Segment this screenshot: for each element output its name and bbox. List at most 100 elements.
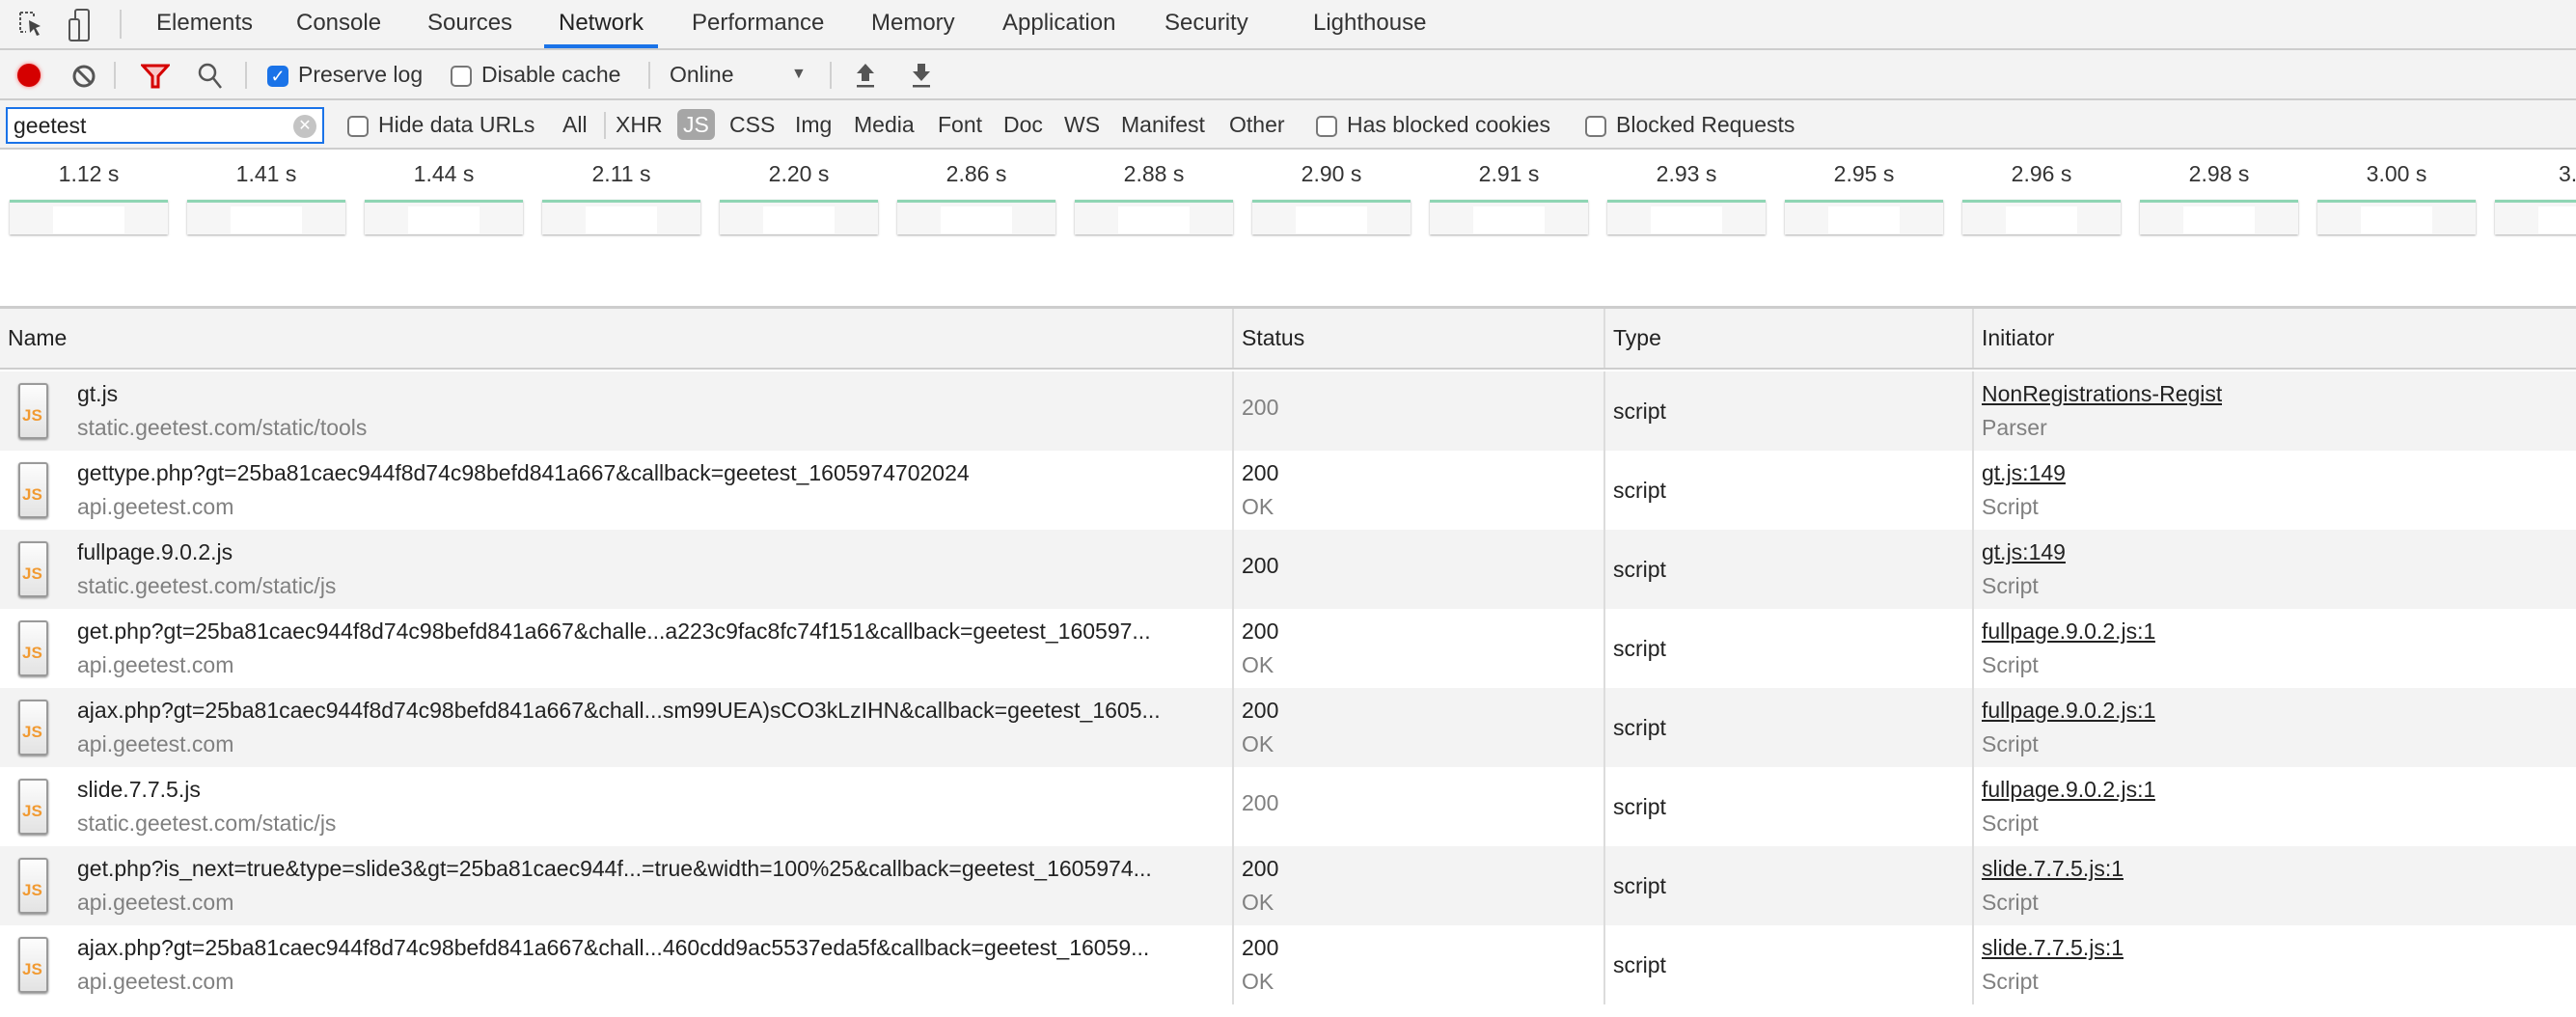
filmstrip-frame[interactable]: 2.96 s bbox=[1953, 150, 2130, 304]
checkbox-checked-icon: ✓ bbox=[267, 65, 288, 87]
frame-screenshot bbox=[1075, 200, 1233, 234]
hide-data-urls-checkbox[interactable]: Hide data URLs bbox=[347, 100, 534, 149]
type-cell: script bbox=[1603, 371, 1972, 451]
filter-input[interactable]: geetest ✕ bbox=[6, 107, 324, 144]
type-cell: script bbox=[1603, 688, 1972, 767]
column-header-type[interactable]: Type bbox=[1603, 309, 1972, 368]
initiator-link[interactable]: slide.7.7.5.js:1 bbox=[1982, 935, 2124, 961]
filmstrip-frame[interactable]: 1.44 s bbox=[355, 150, 533, 304]
type-cell: script bbox=[1603, 451, 1972, 530]
preserve-log-checkbox[interactable]: ✓ Preserve log bbox=[267, 50, 423, 98]
blocked-requests-checkbox[interactable]: Blocked Requests bbox=[1585, 100, 1795, 149]
filter-type-media[interactable]: Media bbox=[848, 109, 920, 140]
filmstrip-frame[interactable]: 3.0 bbox=[2485, 150, 2576, 304]
name-cell: JS ajax.php?gt=25ba81caec944f8d74c98befd… bbox=[0, 688, 1232, 767]
clear-icon[interactable] bbox=[71, 64, 96, 95]
tab-console[interactable]: Console bbox=[296, 0, 381, 48]
filmstrip-frame[interactable]: 2.20 s bbox=[710, 150, 888, 304]
filmstrip-frame[interactable]: 2.88 s bbox=[1065, 150, 1243, 304]
frame-screenshot bbox=[2495, 200, 2576, 234]
filter-type-manifest[interactable]: Manifest bbox=[1115, 109, 1211, 140]
column-header-initiator[interactable]: Initiator bbox=[1972, 309, 2576, 368]
tab-performance[interactable]: Performance bbox=[692, 0, 824, 48]
clear-filter-icon[interactable]: ✕ bbox=[293, 115, 316, 138]
initiator-link[interactable]: fullpage.9.0.2.js:1 bbox=[1982, 698, 2155, 724]
filter-type-doc[interactable]: Doc bbox=[998, 109, 1049, 140]
filter-type-js[interactable]: JS bbox=[677, 109, 715, 140]
inspect-element-icon[interactable] bbox=[17, 10, 46, 41]
filmstrip-frame[interactable]: 1.12 s bbox=[0, 150, 178, 304]
filter-type-xhr[interactable]: XHR bbox=[610, 109, 669, 140]
resource-type: script bbox=[1613, 636, 1666, 661]
request-name[interactable]: ajax.php?gt=25ba81caec944f8d74c98befd841… bbox=[77, 698, 1161, 724]
filmstrip-frame[interactable]: 2.98 s bbox=[2130, 150, 2308, 304]
request-name[interactable]: fullpage.9.0.2.js bbox=[77, 539, 233, 565]
column-header-name[interactable]: Name bbox=[0, 309, 1232, 368]
tab-sources[interactable]: Sources bbox=[427, 0, 512, 48]
throttling-select[interactable]: Online ▼ bbox=[670, 50, 814, 98]
table-row[interactable]: JS slide.7.7.5.js static.geetest.com/sta… bbox=[0, 767, 2576, 846]
initiator-cell: gt.js:149 Script bbox=[1972, 530, 2576, 609]
status-text: OK bbox=[1242, 890, 1274, 915]
initiator-link[interactable]: NonRegistrations-Regist bbox=[1982, 381, 2222, 407]
filter-icon[interactable] bbox=[139, 64, 172, 95]
status-text: OK bbox=[1242, 731, 1274, 756]
table-row[interactable]: JS gt.js static.geetest.com/static/tools… bbox=[0, 371, 2576, 451]
table-row[interactable]: JS fullpage.9.0.2.js static.geetest.com/… bbox=[0, 530, 2576, 609]
frame-time: 2.11 s bbox=[591, 161, 651, 186]
device-toolbar-icon[interactable] bbox=[68, 8, 91, 42]
column-header-status[interactable]: Status bbox=[1232, 309, 1603, 368]
table-row[interactable]: JS get.php?is_next=true&type=slide3&gt=2… bbox=[0, 846, 2576, 925]
request-name[interactable]: slide.7.7.5.js bbox=[77, 777, 201, 803]
status-code: 200 bbox=[1242, 460, 1279, 485]
tab-elements[interactable]: Elements bbox=[156, 0, 253, 48]
has-blocked-cookies-checkbox[interactable]: Has blocked cookies bbox=[1316, 100, 1550, 149]
table-row[interactable]: JS ajax.php?gt=25ba81caec944f8d74c98befd… bbox=[0, 688, 2576, 767]
filmstrip-frame[interactable]: 2.11 s bbox=[533, 150, 710, 304]
filter-type-css[interactable]: CSS bbox=[724, 109, 781, 140]
search-icon[interactable] bbox=[197, 62, 224, 96]
tab-application[interactable]: Application bbox=[1002, 0, 1115, 48]
name-cell: JS slide.7.7.5.js static.geetest.com/sta… bbox=[0, 767, 1232, 846]
table-row[interactable]: JS ajax.php?gt=25ba81caec944f8d74c98befd… bbox=[0, 925, 2576, 1004]
filmstrip-frame[interactable]: 2.90 s bbox=[1243, 150, 1420, 304]
initiator-link[interactable]: fullpage.9.0.2.js:1 bbox=[1982, 777, 2155, 803]
filter-type-img[interactable]: Img bbox=[789, 109, 837, 140]
filmstrip-frame[interactable]: 2.86 s bbox=[888, 150, 1065, 304]
request-name[interactable]: get.php?is_next=true&type=slide3&gt=25ba… bbox=[77, 856, 1152, 882]
table-row[interactable]: JS get.php?gt=25ba81caec944f8d74c98befd8… bbox=[0, 609, 2576, 688]
table-row[interactable]: JS gettype.php?gt=25ba81caec944f8d74c98b… bbox=[0, 451, 2576, 530]
export-har-icon[interactable] bbox=[911, 62, 932, 95]
filmstrip-frame[interactable]: 2.93 s bbox=[1598, 150, 1775, 304]
filmstrip-frame[interactable]: 1.41 s bbox=[178, 150, 355, 304]
tab-security[interactable]: Security bbox=[1165, 0, 1248, 48]
filter-type-other[interactable]: Other bbox=[1223, 109, 1291, 140]
import-har-icon[interactable] bbox=[855, 62, 876, 95]
tab-lighthouse[interactable]: Lighthouse bbox=[1313, 0, 1426, 48]
filter-type-all[interactable]: All bbox=[557, 109, 593, 140]
filmstrip-frame[interactable]: 2.91 s bbox=[1420, 150, 1598, 304]
request-name[interactable]: get.php?gt=25ba81caec944f8d74c98befd841a… bbox=[77, 618, 1151, 645]
filmstrip-frame[interactable]: 3.00 s bbox=[2308, 150, 2485, 304]
divider bbox=[830, 62, 832, 89]
record-icon[interactable] bbox=[17, 64, 41, 87]
initiator-link[interactable]: fullpage.9.0.2.js:1 bbox=[1982, 618, 2155, 645]
status-cell: 200 OK bbox=[1232, 451, 1603, 530]
initiator-link[interactable]: gt.js:149 bbox=[1982, 539, 2066, 565]
filter-type-font[interactable]: Font bbox=[932, 109, 988, 140]
request-name[interactable]: gt.js bbox=[77, 381, 118, 407]
js-file-icon: JS bbox=[18, 858, 48, 914]
filmstrip-frame[interactable]: 2.95 s bbox=[1775, 150, 1953, 304]
request-name[interactable]: gettype.php?gt=25ba81caec944f8d74c98befd… bbox=[77, 460, 970, 486]
request-name[interactable]: ajax.php?gt=25ba81caec944f8d74c98befd841… bbox=[77, 935, 1149, 961]
frame-screenshot bbox=[2317, 200, 2476, 234]
tab-network[interactable]: Network bbox=[544, 0, 659, 48]
filter-type-ws[interactable]: WS bbox=[1058, 109, 1106, 140]
status-text: OK bbox=[1242, 652, 1274, 677]
tab-memory[interactable]: Memory bbox=[871, 0, 955, 48]
table-header: Name Status Type Initiator bbox=[0, 309, 2576, 370]
disable-cache-checkbox[interactable]: Disable cache bbox=[451, 50, 620, 98]
initiator-link[interactable]: gt.js:149 bbox=[1982, 460, 2066, 486]
name-cell: JS get.php?is_next=true&type=slide3&gt=2… bbox=[0, 846, 1232, 925]
initiator-link[interactable]: slide.7.7.5.js:1 bbox=[1982, 856, 2124, 882]
